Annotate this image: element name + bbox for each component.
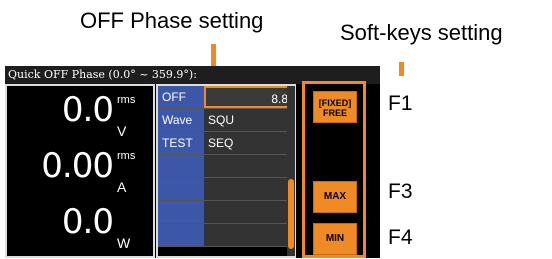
- off-phase-input[interactable]: 8.8: [204, 86, 294, 108]
- wave-value[interactable]: SQU: [204, 109, 294, 131]
- empty-label: [158, 224, 204, 246]
- table-row[interactable]: Wave SQU: [158, 109, 294, 132]
- empty-label: [158, 178, 204, 200]
- f3-label: F3: [388, 180, 413, 203]
- voltage-rms-label: rms: [117, 94, 136, 106]
- power-unit: W: [117, 235, 131, 251]
- voltage-readout: 0.0 rms V: [7, 90, 153, 147]
- table-scrollbar[interactable]: [287, 86, 295, 256]
- table-row: [158, 178, 294, 201]
- off-phase-label: OFF Phs: [158, 86, 204, 126]
- f4-label: F4: [388, 226, 413, 249]
- voltage-value: 0.0: [61, 90, 114, 130]
- wave-label: Wave: [158, 109, 204, 131]
- empty-value: [204, 178, 294, 200]
- table-row: [158, 224, 294, 247]
- measurement-panel: 0.0 rms V 0.00 rms A 0.0 W: [5, 84, 155, 258]
- min-softkey[interactable]: MIN: [313, 223, 357, 255]
- fixed-free-softkey[interactable]: [FIXED] FREE: [313, 91, 357, 123]
- fixed-label: [FIXED]: [318, 98, 352, 108]
- empty-label: [158, 201, 204, 223]
- table-row[interactable]: TEST SEQ: [158, 132, 294, 155]
- soft-keys-callout: Soft-keys setting: [340, 20, 503, 45]
- test-label: TEST: [158, 132, 204, 154]
- table-row: [158, 201, 294, 224]
- current-readout: 0.00 rms A: [7, 146, 153, 203]
- power-readout: 0.0 W: [7, 202, 153, 259]
- current-rms-label: rms: [117, 150, 136, 162]
- f1-label: F1: [388, 92, 413, 115]
- power-value: 0.0: [61, 202, 114, 242]
- voltage-unit: V: [117, 123, 127, 139]
- test-value[interactable]: SEQ: [204, 132, 294, 154]
- empty-value: [204, 201, 294, 223]
- table-row: [158, 155, 294, 178]
- empty-value: [204, 224, 294, 246]
- softkey-panel: [FIXED] FREE MAX MIN: [302, 81, 366, 258]
- scrollbar-thumb[interactable]: [288, 179, 294, 249]
- soft-keys-pointer: [399, 62, 404, 76]
- current-value: 0.00: [41, 146, 114, 186]
- table-row[interactable]: OFF Phs 8.8: [158, 86, 294, 126]
- empty-label: [158, 155, 204, 177]
- settings-table: OFF Phs 8.8 Wave SQU TEST SEQ: [156, 84, 296, 258]
- empty-value: [204, 155, 294, 177]
- current-unit: A: [117, 179, 127, 195]
- off-phase-callout: OFF Phase setting: [80, 8, 264, 33]
- max-softkey[interactable]: MAX: [313, 181, 357, 213]
- free-label: FREE: [322, 108, 347, 118]
